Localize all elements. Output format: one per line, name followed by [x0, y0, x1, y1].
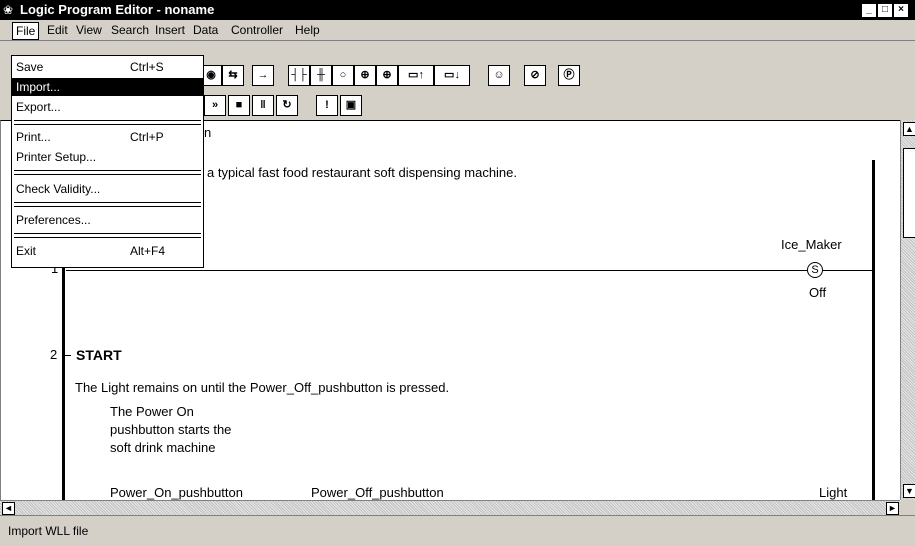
- menu-item-shortcut: Ctrl+S: [130, 60, 164, 74]
- menu-file[interactable]: File: [12, 22, 40, 40]
- rung2-comment: The Light remains on until the Power_Off…: [75, 380, 450, 395]
- menu-item-label: Printer Setup...: [16, 150, 97, 164]
- rung1-set-coil[interactable]: S: [807, 262, 823, 278]
- menu-help[interactable]: Help: [292, 22, 323, 38]
- title-bar: ❀ Logic Program Editor - noname _ □ ×: [0, 0, 915, 20]
- program-p-icon[interactable]: Ⓟ: [558, 65, 580, 86]
- menu-data[interactable]: Data: [190, 22, 221, 38]
- program-description: a typical fast food restaurant soft disp…: [207, 165, 518, 180]
- menu-item-print[interactable]: Print... Ctrl+P: [12, 128, 203, 146]
- menu-item-label: Print...: [16, 130, 51, 144]
- application-window: ❀ Logic Program Editor - noname _ □ × Fi…: [0, 0, 915, 546]
- pause-icon[interactable]: ‖: [252, 95, 274, 116]
- menu-separator: [14, 233, 201, 238]
- rung1-wire-right: [823, 270, 873, 271]
- menu-item-printer-setup[interactable]: Printer Setup...: [12, 148, 203, 166]
- menu-item-shortcut: Alt+F4: [130, 244, 166, 258]
- rung2-note-line: soft drink machine: [110, 440, 216, 455]
- contact-nc-icon[interactable]: ╫: [310, 65, 332, 86]
- menu-item-label: Import...: [16, 80, 61, 94]
- coil-icon[interactable]: ○: [332, 65, 354, 86]
- menu-item-label: Check Validity...: [16, 182, 101, 196]
- status-bar: Import WLL file: [0, 515, 915, 546]
- menu-item-preferences[interactable]: Preferences...: [12, 211, 203, 229]
- menu-insert[interactable]: Insert: [152, 22, 188, 38]
- file-menu-dropdown: Save Ctrl+S Import... Export... Print...…: [11, 55, 204, 268]
- scroll-thumb[interactable]: [903, 148, 915, 238]
- alert-icon[interactable]: !: [316, 95, 338, 116]
- contact-no-icon[interactable]: ┤├: [288, 65, 310, 86]
- menu-item-label: Export...: [16, 100, 61, 114]
- maximize-button[interactable]: □: [877, 3, 893, 18]
- contact-power-off-label: Power_Off_pushbutton: [311, 485, 444, 500]
- stop-icon[interactable]: ■: [228, 95, 250, 116]
- close-button[interactable]: ×: [893, 3, 909, 18]
- rung1-coil-state: Off: [809, 285, 827, 300]
- scroll-right-icon[interactable]: ►: [886, 502, 899, 515]
- cycle-icon[interactable]: ↻: [276, 95, 298, 116]
- menu-item-label: Exit: [16, 244, 37, 258]
- menu-separator: [14, 170, 201, 175]
- find-replace-icon[interactable]: ⇆: [222, 65, 244, 86]
- header-fragment: n: [204, 125, 212, 140]
- menu-item-check-validity[interactable]: Check Validity...: [12, 180, 203, 198]
- monitor-icon[interactable]: ▣: [340, 95, 362, 116]
- menu-bar: File Edit View Search Insert Data Contro…: [0, 20, 915, 41]
- menu-separator: [14, 120, 201, 125]
- menu-item-label: Preferences...: [16, 213, 91, 227]
- window-title: Logic Program Editor - noname: [20, 2, 215, 17]
- right-power-rail: [872, 160, 875, 500]
- insert-rung-icon[interactable]: →: [252, 65, 274, 86]
- menu-item-save[interactable]: Save Ctrl+S: [12, 58, 203, 76]
- rung2-title: START: [76, 347, 122, 363]
- vertical-scrollbar[interactable]: ▲ ▼: [900, 120, 915, 500]
- status-text: Import WLL file: [8, 524, 89, 538]
- rung2-note-line: pushbutton starts the: [110, 422, 232, 437]
- rung1-wire: [66, 270, 807, 271]
- menu-item-exit[interactable]: Exit Alt+F4: [12, 242, 203, 260]
- menu-edit[interactable]: Edit: [44, 22, 71, 38]
- app-icon[interactable]: ❀: [3, 3, 17, 17]
- rung2-number: 2: [50, 347, 58, 362]
- contact-power-on-label: Power_On_pushbutton: [110, 485, 243, 500]
- counter-icon[interactable]: ⊕: [376, 65, 398, 86]
- data-down-icon[interactable]: ▭↓: [434, 65, 470, 86]
- menu-item-label: Save: [16, 60, 44, 74]
- timer-icon[interactable]: ⊕: [354, 65, 376, 86]
- menu-item-export[interactable]: Export...: [12, 98, 203, 116]
- horizontal-scrollbar[interactable]: ◄ ►: [0, 500, 900, 515]
- data-up-icon[interactable]: ▭↑: [398, 65, 434, 86]
- scroll-up-icon[interactable]: ▲: [903, 122, 915, 136]
- menu-item-shortcut: Ctrl+P: [130, 130, 164, 144]
- menu-view[interactable]: View: [73, 22, 105, 38]
- rung2-note-line: The Power On: [110, 404, 194, 419]
- disable-icon[interactable]: ⊘: [524, 65, 546, 86]
- rung1-coil-label: Ice_Maker: [781, 237, 842, 252]
- face-icon[interactable]: ☺: [488, 65, 510, 86]
- light-coil-label: Light: [819, 485, 848, 500]
- menu-item-import[interactable]: Import...: [12, 78, 203, 96]
- minimize-button[interactable]: _: [861, 3, 877, 18]
- fast-forward-icon[interactable]: »: [204, 95, 226, 116]
- menu-search[interactable]: Search: [108, 22, 152, 38]
- scroll-left-icon[interactable]: ◄: [2, 502, 15, 515]
- menu-controller[interactable]: Controller: [228, 22, 286, 38]
- scroll-down-icon[interactable]: ▼: [903, 484, 915, 498]
- menu-separator: [14, 202, 201, 207]
